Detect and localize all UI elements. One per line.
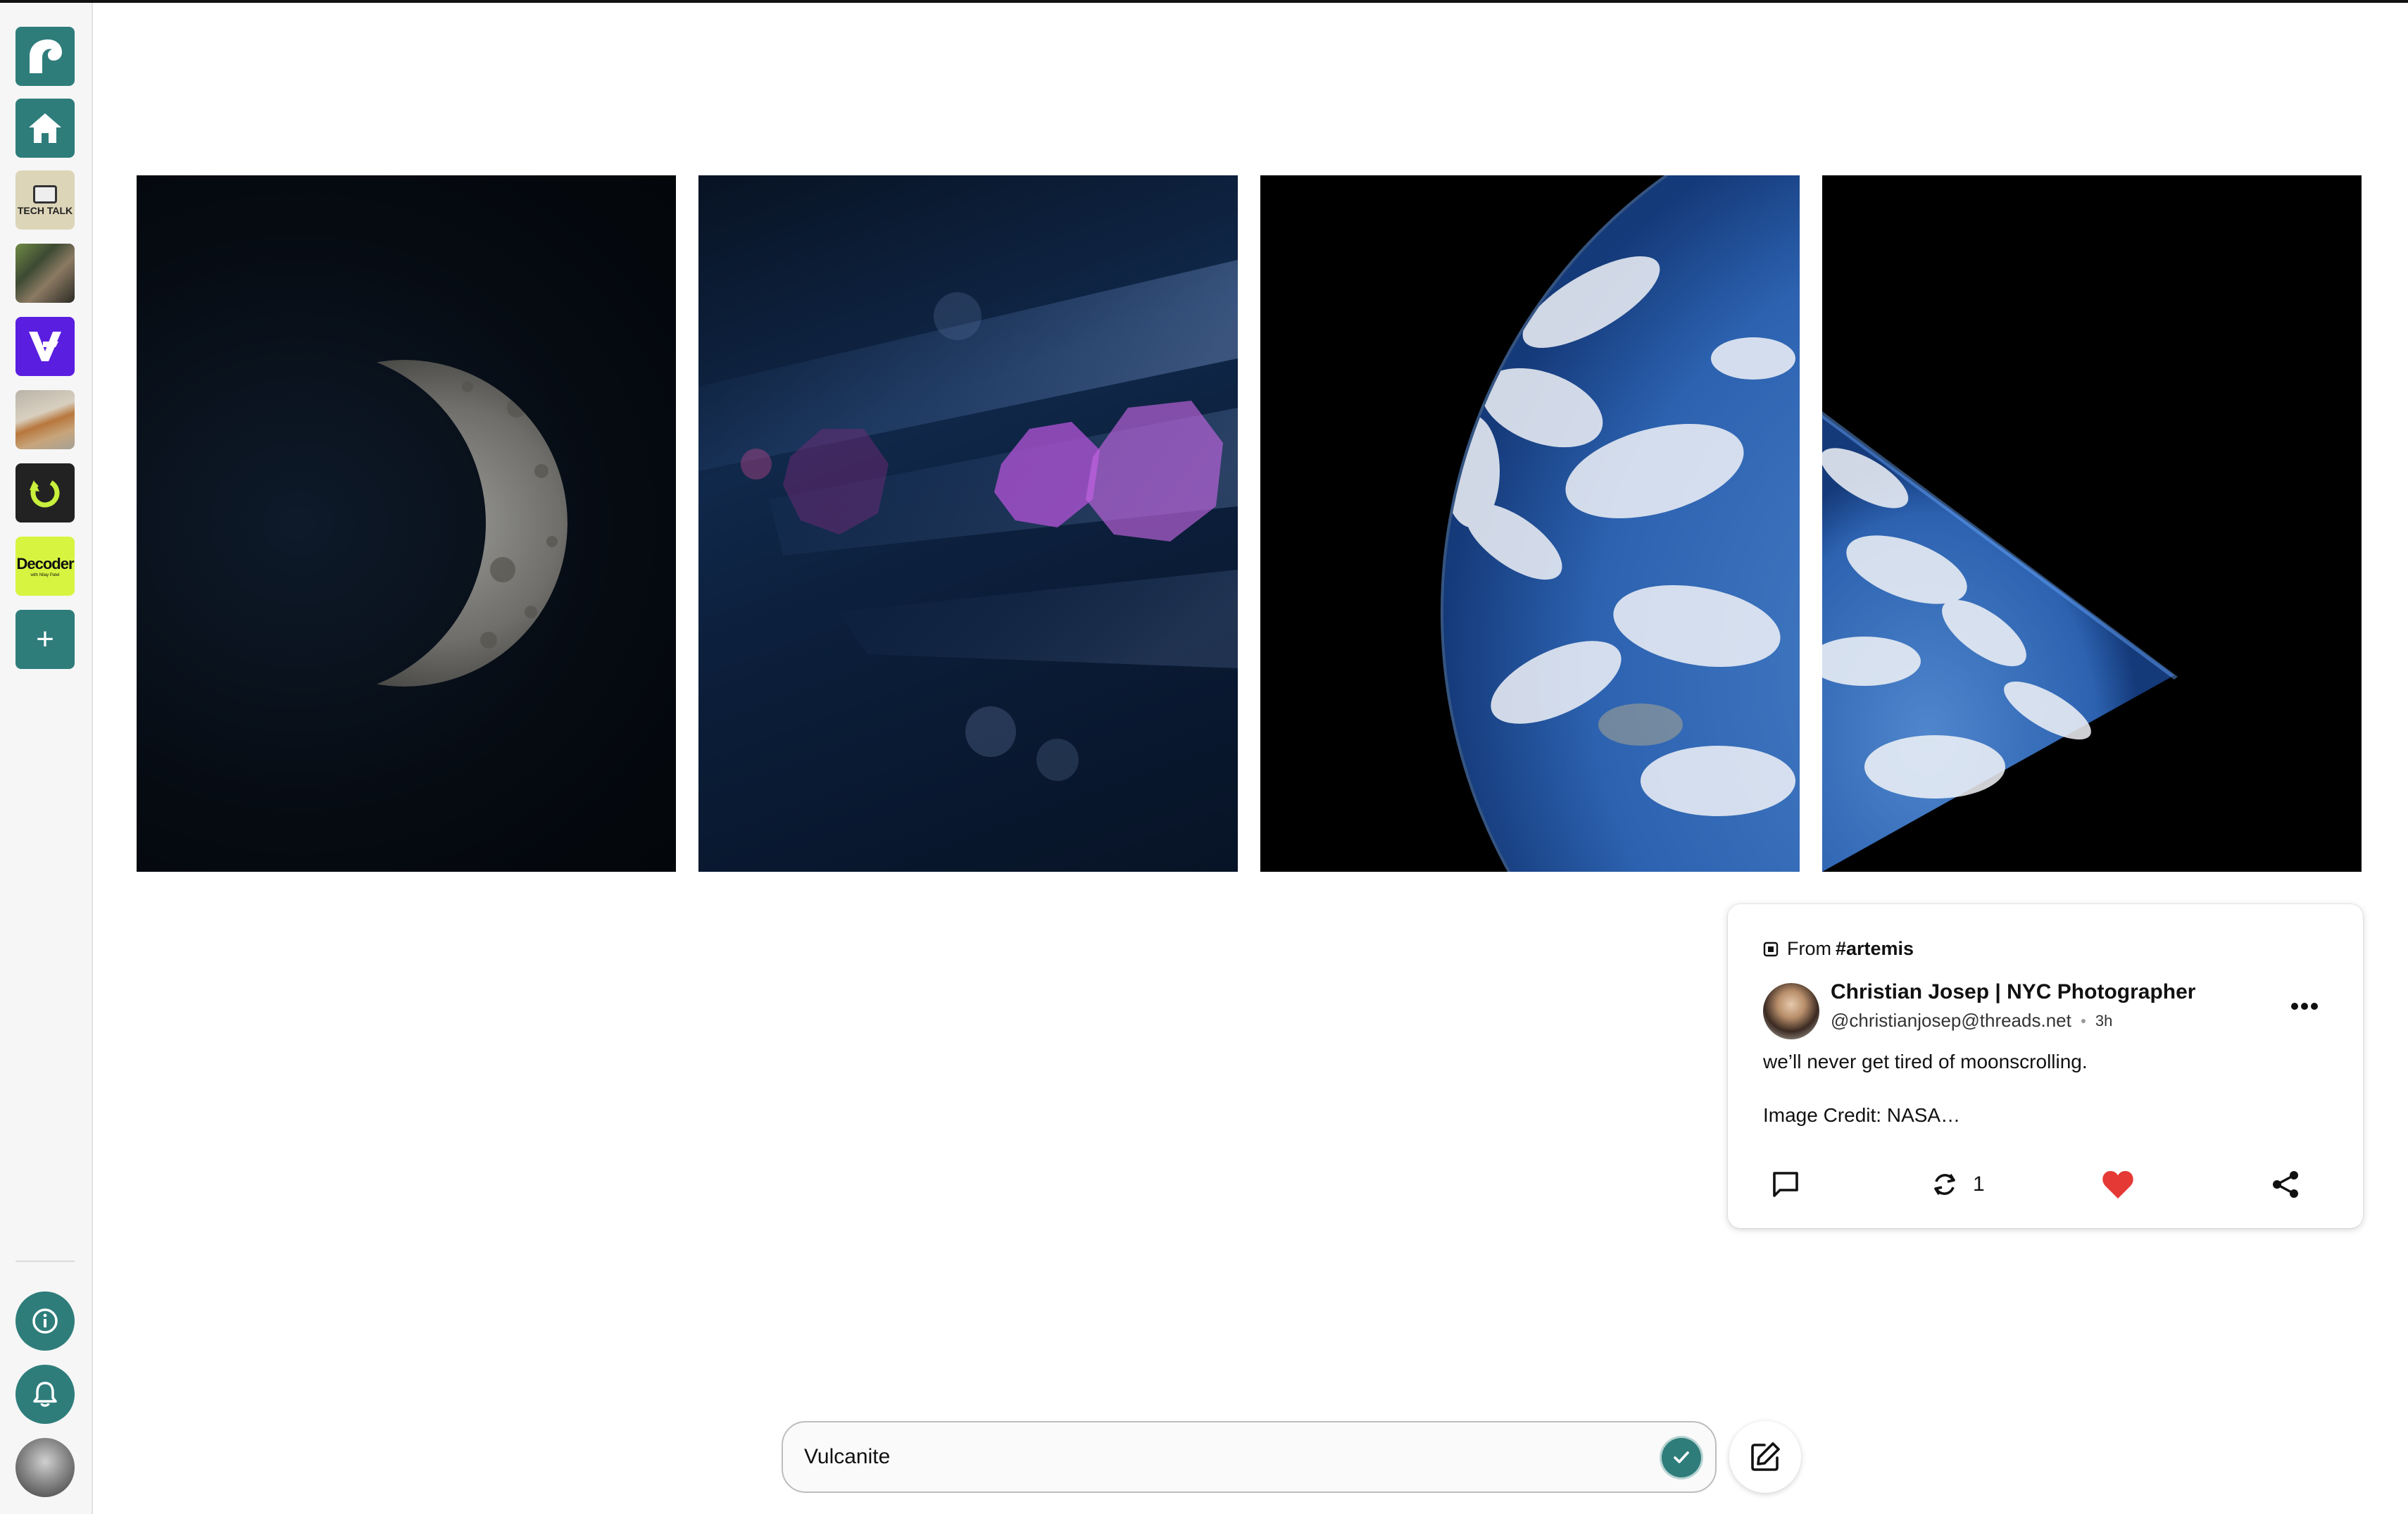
more-options-button[interactable]	[2287, 996, 2322, 1017]
author-avatar[interactable]	[1763, 983, 1819, 1039]
tv-icon	[33, 184, 57, 204]
author-handle[interactable]: @christianjosep@threads.net	[1831, 1010, 2071, 1032]
sidebar: TECH TALK Decoder with Nilay Patel +	[0, 3, 93, 1514]
heart-filled-icon	[2102, 1170, 2133, 1199]
feed-confirm-button[interactable]	[1662, 1438, 1701, 1477]
compose-button[interactable]	[1729, 1421, 1801, 1493]
earth-graphic-left	[1441, 175, 1800, 872]
plus-icon: +	[36, 622, 54, 656]
profile-avatar[interactable]	[15, 1438, 75, 1497]
verge-logo-icon	[29, 332, 61, 361]
from-prefix: From	[1787, 938, 1831, 959]
repost-count: 1	[1973, 1172, 1985, 1196]
hashtag-feed-icon	[1763, 941, 1779, 956]
add-feed-button[interactable]: +	[15, 610, 75, 669]
tech-talk-label: TECH TALK	[17, 204, 73, 216]
notifications-button[interactable]	[15, 1365, 75, 1424]
from-hashtag[interactable]: #artemis	[1836, 938, 1914, 960]
sidebar-item-photo-feed[interactable]	[15, 244, 75, 303]
lens-flare-image[interactable]	[698, 175, 1238, 872]
reply-button[interactable]	[1770, 1165, 1801, 1204]
earth-image-left[interactable]	[1260, 175, 1800, 872]
post-actions: 1	[1770, 1165, 2321, 1204]
sidebar-item-decoder[interactable]: Decoder with Nilay Patel	[15, 537, 75, 596]
post-credit: Image Credit: NASA…	[1763, 1104, 1961, 1126]
more-horizontal-icon	[2291, 1003, 2318, 1010]
comment-icon	[1773, 1172, 1798, 1197]
info-icon	[32, 1308, 58, 1334]
bell-icon	[33, 1382, 57, 1407]
info-button[interactable]	[15, 1291, 75, 1351]
share-icon	[2273, 1171, 2298, 1198]
earth-graphic-right	[1822, 411, 2178, 872]
lens-flare-graphic	[698, 260, 1238, 781]
window-top-border	[0, 0, 2408, 3]
author-name[interactable]: Christian Josep | NYC Photographer	[1831, 980, 2195, 1004]
separator-dot	[2081, 1018, 2086, 1023]
moon-crescent-graphic	[241, 360, 567, 687]
check-icon	[1674, 1451, 1689, 1463]
sidebar-item-tech-talk[interactable]: TECH TALK	[15, 170, 75, 230]
sidebar-item-the-verge[interactable]	[15, 317, 75, 376]
post-source: From #artemis	[1763, 938, 1914, 960]
app-logo[interactable]	[15, 27, 75, 86]
post-image-gallery	[137, 175, 2363, 872]
decoder-sublabel: with Nilay Patel	[30, 573, 60, 577]
post-card[interactable]: From #artemis Christian Josep | NYC Phot…	[1728, 904, 2363, 1228]
repost-button[interactable]: 1	[1929, 1165, 1985, 1204]
share-button[interactable]	[2270, 1165, 2301, 1204]
author-meta: @christianjosep@threads.net 3h	[1831, 1010, 2112, 1032]
post-time: 3h	[2095, 1011, 2113, 1030]
sidebar-divider	[15, 1260, 75, 1262]
earth-image-right[interactable]	[1822, 175, 2362, 872]
repost-icon	[1934, 1174, 1955, 1195]
sidebar-item-dog-feed[interactable]	[15, 390, 75, 449]
sidebar-item-green-feed[interactable]	[15, 463, 75, 523]
post-text: we’ll never get tired of moonscrolling.	[1763, 1051, 2088, 1072]
moon-image[interactable]	[137, 175, 676, 872]
sidebar-item-home[interactable]	[15, 99, 75, 158]
feed-selector[interactable]: Vulcanite	[782, 1421, 1717, 1493]
decoder-label: Decoder	[16, 555, 74, 573]
wave-logo-icon	[30, 39, 62, 73]
edit-icon	[1751, 1442, 1780, 1471]
like-button[interactable]	[2101, 1165, 2135, 1204]
refresh-logo-icon	[30, 478, 60, 508]
home-icon	[29, 113, 61, 143]
feed-selector-value: Vulcanite	[804, 1445, 891, 1468]
